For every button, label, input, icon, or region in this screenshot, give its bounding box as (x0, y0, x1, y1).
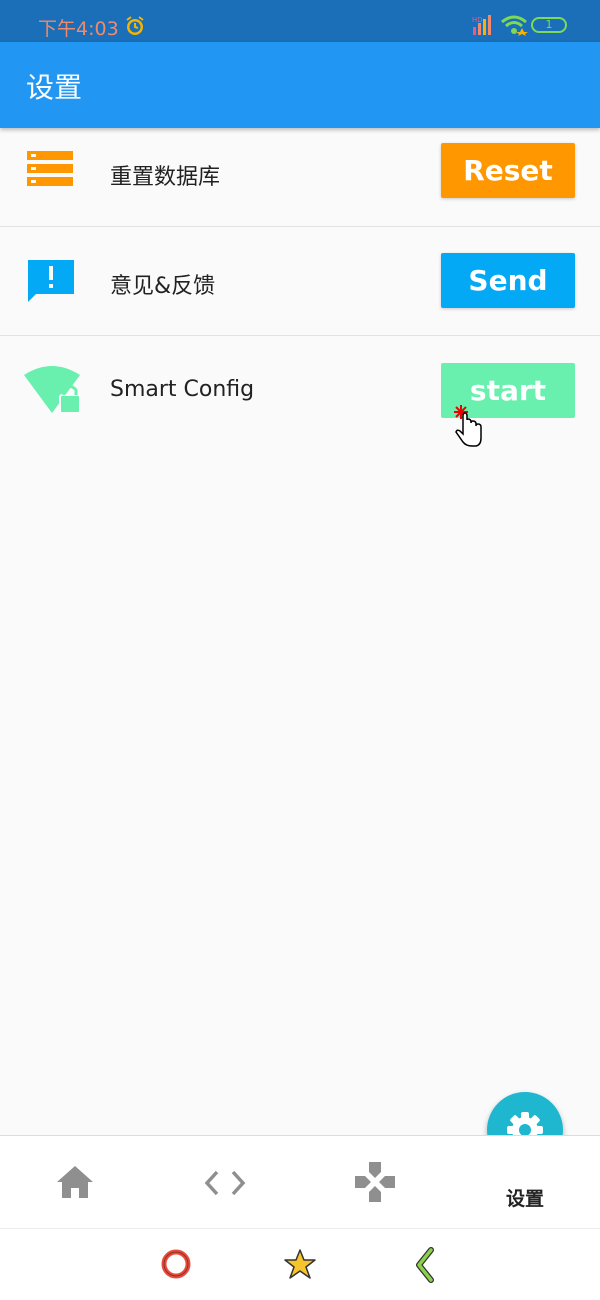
star-icon[interactable] (282, 1247, 318, 1283)
nav-item-home[interactable] (0, 1136, 150, 1228)
reset-button[interactable]: Reset (441, 143, 575, 198)
storage-icon (27, 151, 73, 186)
feedback-icon (28, 260, 74, 302)
page-title: 设置 (26, 71, 83, 104)
battery-indicator: 1 (531, 17, 567, 33)
wifi-lock-icon (24, 366, 81, 414)
status-time: 下午4:03 (38, 18, 119, 40)
settings-row-label: 重置数据库 (110, 165, 221, 190)
back-chevron-icon[interactable] (413, 1247, 437, 1283)
nav-item-game[interactable] (300, 1136, 450, 1228)
nav-item-code[interactable] (150, 1136, 300, 1228)
send-button[interactable]: Send (441, 253, 575, 308)
settings-row-label: Smart Config (110, 377, 255, 402)
bottom-nav: 设置 (0, 1135, 600, 1228)
settings-row-feedback: 意见&反馈 Send (0, 226, 600, 336)
settings-row-reset-database: 重置数据库 Reset (0, 117, 600, 227)
svg-text:HD: HD (472, 16, 483, 24)
nav-label-settings: 设置 (505, 1188, 544, 1210)
circle-icon[interactable] (159, 1247, 193, 1281)
settings-row-smart-config: Smart Config start (0, 335, 600, 444)
home-icon (57, 1166, 93, 1198)
gamepad-icon (355, 1162, 395, 1202)
wifi-icon (501, 15, 528, 36)
status-bar: 下午4:03 HD 1 (0, 0, 600, 42)
code-icon (204, 1170, 246, 1196)
alarm-icon (126, 16, 144, 35)
system-nav-bar (0, 1228, 600, 1300)
settings-row-label: 意见&反馈 (110, 274, 216, 299)
pointer-cursor-icon (454, 405, 482, 447)
signal-icon: HD (472, 15, 491, 35)
app-bar: 设置 (0, 42, 600, 128)
nav-item-settings[interactable]: 设置 (450, 1136, 600, 1228)
